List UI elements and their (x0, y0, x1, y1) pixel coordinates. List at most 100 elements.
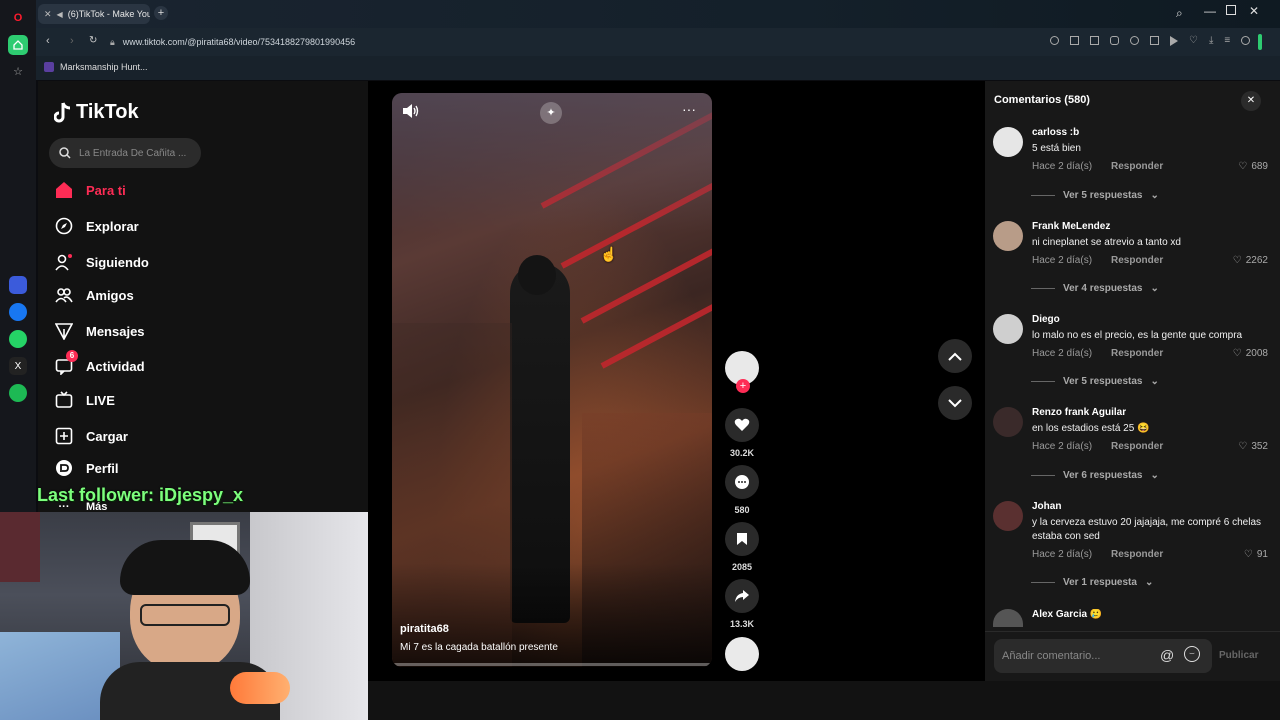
notification-badge: 6 (66, 350, 78, 362)
mouse-cursor-icon: ☝ (600, 246, 618, 262)
previous-video-button[interactable] (938, 339, 972, 373)
music-disc-icon (725, 637, 759, 671)
view-replies-label: Ver 5 respuestas (1063, 190, 1143, 201)
shield-icon[interactable] (1110, 36, 1119, 45)
progress-bar[interactable] (392, 663, 712, 666)
avatar[interactable] (993, 127, 1023, 157)
comment-user[interactable]: Johan (1032, 501, 1061, 512)
nav-perfil[interactable]: Perfil (54, 458, 119, 478)
reply-button[interactable]: Responder (1111, 161, 1163, 172)
opera-logo-icon[interactable]: O (9, 9, 27, 27)
nav-amigos[interactable]: Amigos (54, 285, 134, 305)
nav-siguiendo[interactable]: Siguiendo (54, 252, 149, 272)
view-replies-button[interactable]: Ver 6 respuestas ⌄ (1031, 470, 1159, 481)
reply-button[interactable]: Responder (1111, 549, 1163, 560)
comment-action[interactable]: 580 (725, 465, 759, 515)
toolbar-icons: ♡ ⤓ ≡ (1050, 36, 1251, 46)
search-icon[interactable]: ⌕ (1176, 6, 1183, 21)
search-placeholder: La Entrada De Cañita ... (79, 147, 187, 159)
new-tab-button[interactable]: + (154, 6, 168, 20)
more-options-icon[interactable]: ··· (682, 101, 696, 117)
forward-button[interactable]: › (70, 35, 74, 47)
home-icon[interactable] (8, 35, 28, 55)
comments-panel: Comentarios (580) ✕ carloss :b 5 está bi… (985, 81, 1280, 681)
sparkle-icon[interactable]: ✦ (540, 102, 562, 124)
reply-button[interactable]: Responder (1111, 255, 1163, 266)
mention-icon[interactable]: @ (1160, 647, 1174, 663)
minimize-button[interactable]: — (1204, 4, 1216, 18)
nav-explorar[interactable]: Explorar (54, 216, 139, 236)
aria-icon[interactable] (9, 276, 27, 294)
author-avatar-button[interactable]: + (725, 351, 759, 393)
video-author[interactable]: piratita68 (400, 623, 449, 635)
lock-icon: 🔒︎ (110, 36, 115, 47)
messenger-icon[interactable] (9, 303, 27, 321)
nav-live[interactable]: LIVE (54, 390, 115, 410)
avatar[interactable] (993, 501, 1023, 531)
comment-like-button[interactable]: ♡ 91 (1244, 549, 1268, 560)
tiktok-logo[interactable]: TikTok (54, 101, 139, 124)
comment-like-button[interactable]: ♡ 689 (1238, 161, 1268, 172)
publish-button[interactable]: Publicar (1219, 650, 1258, 661)
avatar[interactable] (993, 314, 1023, 344)
comment-like-button[interactable]: ♡ 2008 (1233, 348, 1268, 359)
search-input[interactable]: La Entrada De Cañita ... (49, 138, 201, 168)
menu-icon[interactable]: ≡ (1224, 36, 1230, 46)
nav-para-ti[interactable]: Para ti (54, 180, 126, 200)
x-icon[interactable]: X (9, 357, 27, 375)
profile-icon[interactable] (1241, 36, 1251, 45)
reply-button[interactable]: Responder (1111, 348, 1163, 359)
vpn-icon[interactable] (1130, 36, 1139, 45)
share-action[interactable]: 13.3K (725, 579, 759, 629)
whatsapp-icon[interactable] (9, 330, 27, 348)
music-disc[interactable] (725, 637, 759, 671)
wallet-icon[interactable] (1150, 36, 1159, 45)
comment-text: lo malo no es el precio, es la gente que… (1032, 330, 1243, 341)
bookmark-item[interactable]: Marksmanship Hunt... (44, 62, 148, 72)
download-icon[interactable]: ⤓ (1209, 36, 1213, 46)
tab-close-icon[interactable]: ✕ (44, 9, 52, 20)
volume-icon[interactable] (402, 103, 420, 119)
follow-plus-icon[interactable]: + (736, 379, 750, 393)
maximize-button[interactable] (1226, 5, 1236, 15)
comment-user[interactable]: Frank MeLendez (1032, 221, 1110, 232)
player-icon[interactable] (1170, 36, 1178, 46)
tab-bar: ✕ ◀ (6)TikTok - Make Your + ⌕ — ✕ (36, 0, 1280, 28)
chevron-down-icon: ⌄ (1150, 470, 1159, 481)
next-video-button[interactable] (938, 386, 972, 420)
comment-input[interactable]: Añadir comentario... @ ⌣ (994, 639, 1212, 673)
back-button[interactable]: ‹ (46, 35, 50, 47)
comment-text: y la cerveza estuvo 20 jajajaja, me comp… (1032, 517, 1262, 542)
save-action[interactable]: 2085 (725, 522, 759, 572)
view-replies-button[interactable]: Ver 4 respuestas ⌄ (1031, 283, 1159, 294)
camera-icon[interactable] (1090, 36, 1099, 45)
view-replies-button[interactable]: Ver 1 respuesta ⌄ (1031, 577, 1153, 588)
comment-user[interactable]: carloss :b (1032, 127, 1079, 138)
nav-actividad[interactable]: 6 Actividad (54, 350, 145, 376)
comment-like-button[interactable]: ♡ 2262 (1233, 255, 1268, 266)
nav-mensajes[interactable]: Mensajes (54, 321, 145, 341)
edit-icon[interactable] (1070, 36, 1079, 45)
avatar[interactable] (993, 609, 1023, 627)
avatar[interactable] (993, 407, 1023, 437)
comment-like-button[interactable]: ♡ 352 (1238, 441, 1268, 452)
video-player[interactable]: ✦ ··· piratita68 Mi 7 es la cagada batal… (392, 93, 712, 667)
spotify-icon[interactable] (9, 384, 27, 402)
heart-icon[interactable]: ♡ (1189, 36, 1198, 46)
comment-user[interactable]: Diego (1032, 314, 1060, 325)
comment-user[interactable]: Alex Garcia 🥲 (1032, 609, 1102, 620)
reload-button[interactable]: ↻ (89, 35, 97, 46)
like-action[interactable]: 30.2K (725, 408, 759, 458)
avatar[interactable] (993, 221, 1023, 251)
view-replies-button[interactable]: Ver 5 respuestas ⌄ (1031, 376, 1159, 387)
nav-cargar[interactable]: Cargar (54, 426, 128, 446)
browser-tab[interactable]: ✕ ◀ (6)TikTok - Make Your (38, 4, 150, 24)
reply-button[interactable]: Responder (1111, 441, 1163, 452)
emoji-icon[interactable]: ⌣ (1184, 646, 1200, 662)
view-replies-button[interactable]: Ver 5 respuestas ⌄ (1031, 190, 1159, 201)
search-tabs-icon[interactable] (1050, 36, 1059, 45)
close-window-button[interactable]: ✕ (1249, 4, 1259, 18)
comment-user[interactable]: Renzo frank Aguilar (1032, 407, 1126, 418)
close-comments-button[interactable]: ✕ (1241, 91, 1261, 111)
star-icon[interactable]: ☆ (9, 62, 27, 80)
